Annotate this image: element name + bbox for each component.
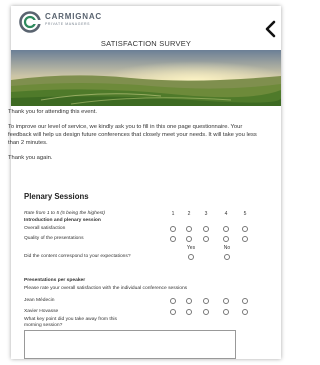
intro-body: To improve our level of service, we kind…	[8, 124, 257, 146]
scale-5: 5	[243, 211, 247, 217]
radio-speaker1-5[interactable]	[242, 298, 248, 304]
radio-overall-3[interactable]	[203, 226, 209, 232]
radio-quality-3[interactable]	[203, 236, 209, 242]
radio-speaker1-1[interactable]	[170, 298, 176, 304]
question-overall-satisfaction: Overall satisfaction	[24, 226, 66, 231]
keypoint-answer-field[interactable]	[24, 330, 236, 359]
survey-card: CARMIGNAC PRIVATE MANAGERS SATISFACTION …	[11, 6, 281, 359]
carmignac-logo	[19, 11, 41, 33]
radio-overall-1[interactable]	[170, 226, 176, 232]
intro-thanks: Thank you for attending this event.	[8, 109, 97, 115]
radio-speaker2-5[interactable]	[242, 309, 248, 315]
section-title-plenary: Plenary Sessions	[24, 192, 89, 201]
radio-speaker2-1[interactable]	[170, 309, 176, 315]
scale-3: 3	[204, 211, 208, 217]
intro-text: Thank you for attending this event. To i…	[8, 108, 264, 169]
header: CARMIGNAC PRIVATE MANAGERS	[11, 6, 281, 56]
question-quality: Quality of the presentations	[24, 236, 84, 241]
chevron-left-icon[interactable]	[263, 20, 277, 38]
speaker-name: Jean Médecin	[24, 298, 55, 303]
keypoint-question: What key point did you take away from th…	[24, 317, 117, 328]
radio-content-no[interactable]	[224, 254, 230, 260]
radio-speaker1-2[interactable]	[186, 298, 192, 304]
radio-quality-4[interactable]	[223, 236, 229, 242]
scale-2: 2	[187, 211, 191, 217]
survey-title: SATISFACTION SURVEY	[100, 39, 192, 48]
brand-name: CARMIGNAC	[45, 12, 102, 21]
radio-overall-5[interactable]	[242, 226, 248, 232]
radio-speaker1-4[interactable]	[223, 298, 229, 304]
speaker-name: Xavier Hovasse	[24, 309, 59, 314]
brand-tagline: PRIVATE MANAGERS	[45, 22, 91, 26]
radio-quality-1[interactable]	[170, 236, 176, 242]
speakers-heading: Presentations per speaker	[24, 278, 86, 283]
radio-speaker1-3[interactable]	[203, 298, 209, 304]
radio-content-yes[interactable]	[188, 254, 194, 260]
scale-4: 4	[224, 211, 228, 217]
intro-again: Thank you again.	[8, 155, 53, 161]
radio-speaker2-4[interactable]	[223, 309, 229, 315]
radio-speaker2-2[interactable]	[186, 309, 192, 315]
speakers-instruction: Please rate your overall satisfaction wi…	[24, 286, 188, 291]
radio-overall-4[interactable]	[223, 226, 229, 232]
no-label: No	[223, 245, 231, 251]
scale-1: 1	[171, 211, 175, 217]
landscape-banner	[11, 50, 281, 106]
rate-hint: Rate from 1 to 5 (5 being the highest)	[24, 211, 106, 216]
radio-overall-2[interactable]	[186, 226, 192, 232]
radio-speaker2-3[interactable]	[203, 309, 209, 315]
intro-session-heading: Introduction and plenary session	[24, 218, 101, 223]
yes-label: Yes	[186, 245, 196, 251]
question-content-expectations: Did the content correspond to your expec…	[24, 254, 131, 259]
radio-quality-2[interactable]	[186, 236, 192, 242]
radio-quality-5[interactable]	[242, 236, 248, 242]
